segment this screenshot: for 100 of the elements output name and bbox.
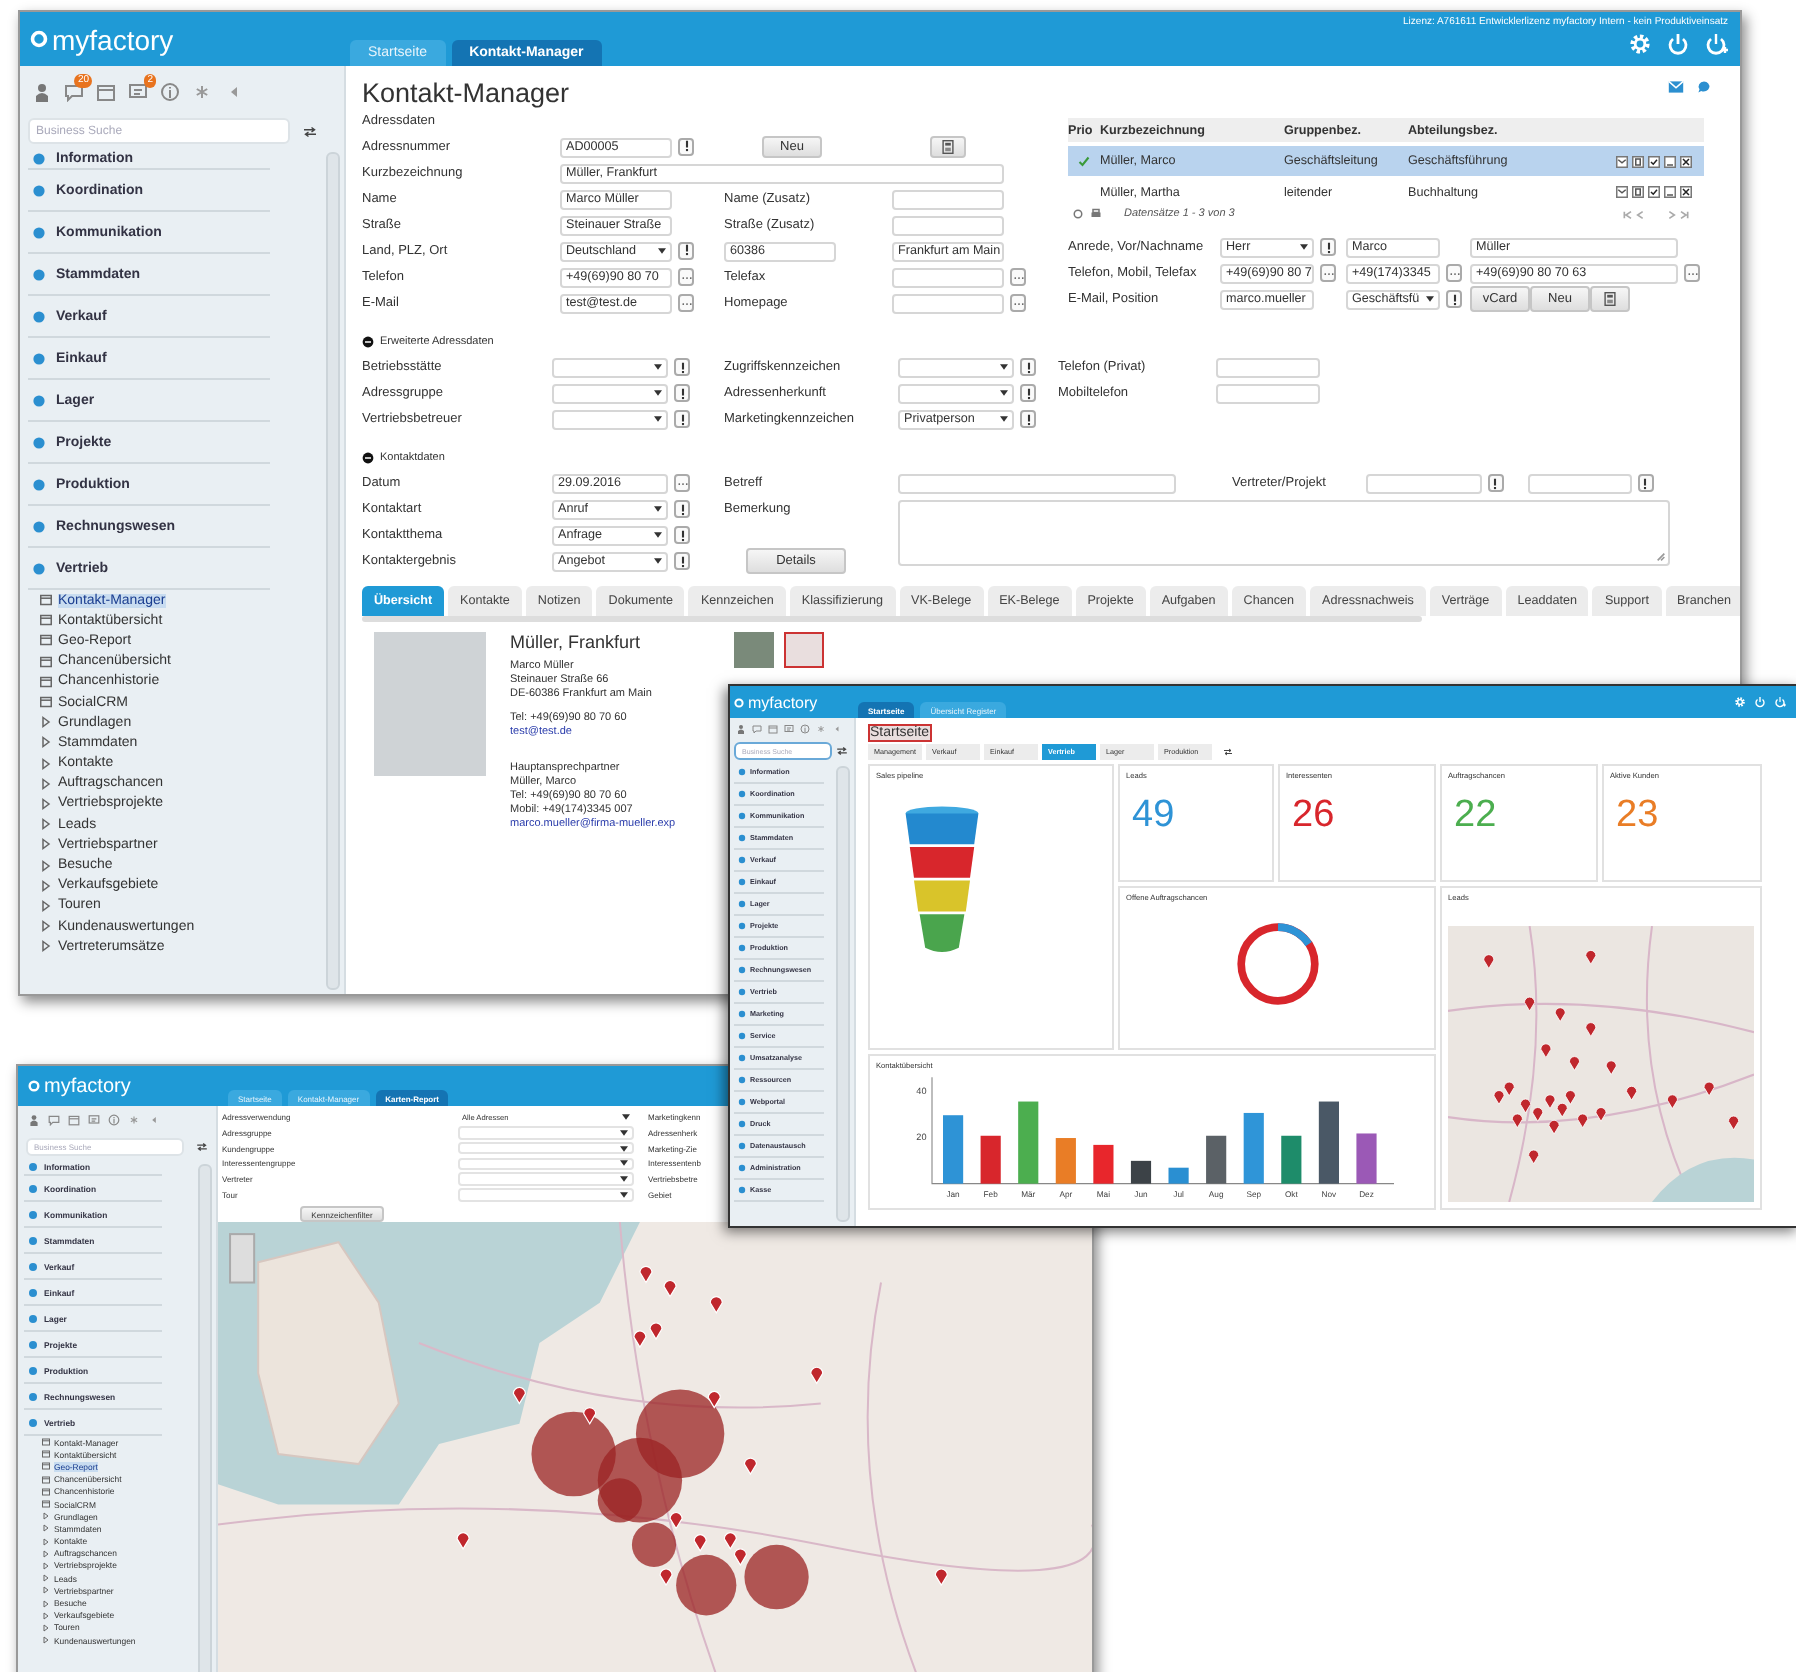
dot-icon (32, 393, 46, 407)
chat-bubble-icon[interactable] (1696, 80, 1712, 94)
exclamation-button[interactable] (1020, 358, 1036, 376)
exclamation-button[interactable] (674, 410, 690, 428)
envelope-icon[interactable] (1616, 186, 1628, 198)
dot-icon (32, 561, 46, 575)
checkmark-icon[interactable] (1648, 155, 1660, 167)
info-icon[interactable] (800, 724, 810, 734)
page-icon (42, 1500, 50, 1509)
bar (1055, 1138, 1076, 1184)
more-button[interactable] (1320, 264, 1336, 282)
person-icon[interactable] (28, 1114, 40, 1126)
text-field[interactable] (1216, 357, 1320, 377)
envelope-icon[interactable] (1616, 155, 1628, 167)
scrollbar[interactable] (836, 766, 850, 1222)
swap-arrows-icon[interactable] (1222, 748, 1234, 756)
more-button[interactable] (1010, 268, 1026, 286)
asterisk-icon[interactable] (128, 1114, 140, 1126)
exclamation-button[interactable] (1446, 290, 1462, 308)
kpi-value: 23 (1616, 794, 1661, 838)
kpi-value: 49 (1132, 794, 1177, 838)
dot-icon (28, 1183, 38, 1193)
power-icon[interactable] (1666, 32, 1690, 56)
refresh-icon[interactable] (1072, 208, 1084, 220)
circle-logo-icon (30, 30, 48, 48)
exclamation-button[interactable] (674, 358, 690, 376)
gear-icon[interactable] (1628, 32, 1652, 56)
power-plus-icon[interactable] (1704, 32, 1728, 56)
checkmark-icon[interactable] (1648, 186, 1660, 198)
map-drawing[interactable] (218, 1222, 1092, 1672)
swap-arrows-icon[interactable] (836, 746, 848, 756)
exclamation-button[interactable] (674, 384, 690, 402)
exclamation-button[interactable] (1487, 474, 1504, 492)
collapse-icon[interactable] (362, 451, 374, 463)
calendar-icon[interactable] (68, 1114, 80, 1126)
chat-icon[interactable] (48, 1114, 60, 1126)
exclamation-button[interactable] (1637, 474, 1654, 492)
close-icon[interactable] (1680, 186, 1692, 198)
text-field[interactable] (892, 267, 1004, 287)
power-plus-icon[interactable] (1774, 696, 1786, 708)
message-icon[interactable] (88, 1114, 100, 1126)
person-icon[interactable] (32, 82, 52, 102)
exclamation-button[interactable] (678, 241, 694, 260)
map-drawing[interactable] (1448, 926, 1754, 1202)
more-button[interactable] (1446, 264, 1462, 282)
image-thumbnail[interactable] (784, 632, 824, 668)
asterisk-icon[interactable] (816, 724, 826, 734)
power-icon[interactable] (1754, 696, 1766, 708)
document-icon[interactable] (1632, 155, 1644, 167)
text-field[interactable] (892, 215, 1004, 235)
exclamation-button[interactable] (1320, 238, 1336, 256)
calendar-icon[interactable] (768, 724, 778, 734)
dot-icon (738, 922, 746, 930)
calendar-icon[interactable] (96, 82, 116, 102)
message-icon[interactable] (784, 724, 794, 734)
more-button[interactable] (678, 294, 694, 312)
exclamation-button[interactable] (674, 500, 690, 518)
exclamation-button[interactable] (674, 552, 690, 570)
scrollbar[interactable] (198, 1164, 212, 1672)
calculator-button[interactable] (1590, 286, 1630, 312)
text-field[interactable] (1365, 473, 1482, 493)
exclamation-button[interactable] (1020, 384, 1036, 402)
exclamation-button[interactable] (1020, 410, 1036, 428)
text-field[interactable] (1527, 473, 1632, 493)
more-button[interactable] (678, 268, 694, 286)
text-field[interactable] (1216, 383, 1320, 403)
close-icon[interactable] (1680, 155, 1692, 167)
collapse-icon[interactable] (362, 335, 374, 347)
text-field[interactable] (892, 189, 1004, 209)
info-icon[interactable] (108, 1114, 120, 1126)
gear-icon[interactable] (1734, 696, 1746, 708)
exclamation-button[interactable] (674, 526, 690, 544)
dot-icon (32, 183, 46, 197)
swap-arrows-icon[interactable] (196, 1142, 208, 1152)
text-field[interactable] (892, 293, 1004, 313)
person-icon[interactable] (736, 724, 746, 734)
dot-icon (32, 477, 46, 491)
more-button[interactable] (1010, 294, 1026, 312)
swap-arrows-icon[interactable] (302, 125, 318, 137)
kpi-value: 22 (1454, 794, 1499, 838)
text-field[interactable] (898, 473, 1176, 493)
resize-grip-icon[interactable] (1656, 552, 1666, 562)
asterisk-icon[interactable] (192, 82, 212, 102)
chat-icon[interactable] (64, 82, 84, 102)
more-button[interactable] (1684, 264, 1700, 282)
message-icon[interactable] (128, 82, 148, 102)
calculator-button[interactable] (930, 136, 966, 158)
chat-icon[interactable] (752, 724, 762, 734)
scrollbar[interactable] (326, 152, 340, 990)
image-thumbnail[interactable] (734, 632, 774, 668)
collapse-arrow-icon[interactable] (148, 1114, 160, 1126)
mail-icon[interactable] (1668, 80, 1684, 94)
page-icon (42, 1438, 50, 1447)
dot-icon (738, 812, 746, 820)
more-button[interactable] (674, 474, 690, 492)
document-icon[interactable] (1632, 186, 1644, 198)
collapse-arrow-icon[interactable] (832, 724, 842, 734)
exclamation-button[interactable] (678, 137, 694, 156)
info-icon[interactable] (160, 82, 180, 102)
printer-icon[interactable] (1090, 208, 1102, 220)
